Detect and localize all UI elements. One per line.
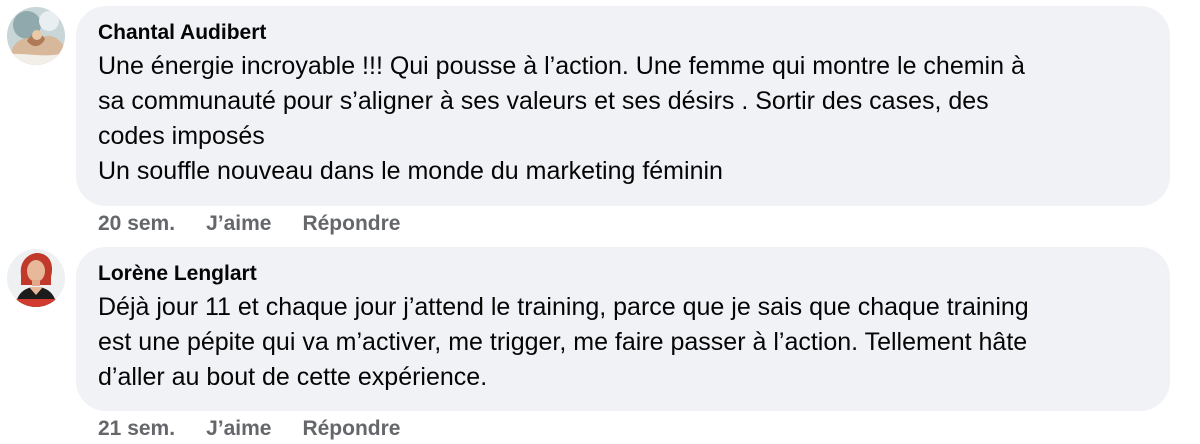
comment-text-line: Déjà jour 11 et chaque jour j’attend le … bbox=[98, 293, 1029, 321]
comment-timestamp[interactable]: 21 sem. bbox=[98, 416, 175, 442]
like-button[interactable]: J’aime bbox=[206, 416, 271, 442]
like-button[interactable]: J’aime bbox=[206, 211, 271, 237]
comment-text-line: sa communauté pour s’aligner à ses valeu… bbox=[98, 87, 989, 115]
comment-actions: 20 sem. J’aime Répondre bbox=[98, 211, 400, 237]
comment-text: Déjà jour 11 et chaque jour j’attend le … bbox=[98, 290, 1148, 395]
comment-text-line: d’aller au bout de cette expérience. bbox=[98, 363, 488, 391]
comment-actions: 21 sem. J’aime Répondre bbox=[98, 416, 400, 442]
profile-photo-icon bbox=[7, 7, 65, 65]
avatar[interactable] bbox=[7, 249, 65, 307]
comment-text-line: est une pépite qui va m’activer, me trig… bbox=[98, 328, 1028, 356]
comment-text-line: Une énergie incroyable !!! Qui pousse à … bbox=[98, 52, 1025, 80]
comment-bubble: Chantal Audibert Une énergie incroyable … bbox=[76, 6, 1170, 206]
comment-timestamp[interactable]: 20 sem. bbox=[98, 211, 175, 237]
comment-text-line: codes imposés bbox=[98, 122, 265, 150]
comment-text-line: Un souffle nouveau dans le monde du mark… bbox=[98, 157, 723, 185]
reply-button[interactable]: Répondre bbox=[302, 416, 400, 442]
comment-bubble: Lorène Lenglart Déjà jour 11 et chaque j… bbox=[76, 247, 1170, 411]
avatar[interactable] bbox=[7, 7, 65, 65]
reply-button[interactable]: Répondre bbox=[302, 211, 400, 237]
comment-text: Une énergie incroyable !!! Qui pousse à … bbox=[98, 49, 1148, 189]
profile-photo-icon bbox=[7, 249, 65, 307]
comment-author[interactable]: Lorène Lenglart bbox=[98, 261, 1148, 287]
comment-author[interactable]: Chantal Audibert bbox=[98, 20, 1148, 46]
